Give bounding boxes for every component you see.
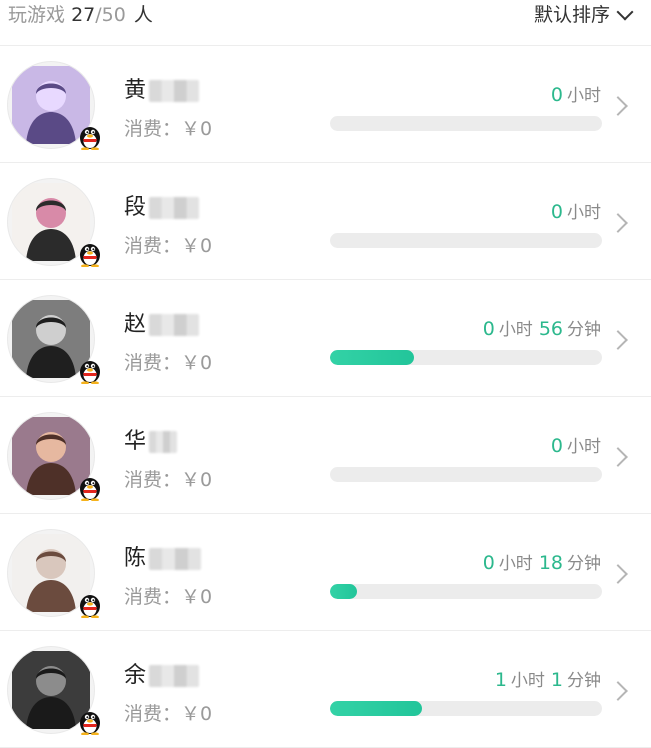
qq-penguin-icon [77,707,103,735]
name-redaction [149,548,202,570]
player-count-total: 50 [101,4,126,26]
time-value: 1 [494,669,507,691]
player-name-text: 华 [124,429,147,454]
spend-text: 消费：￥0 [124,352,213,374]
player-name: 段 [124,193,200,223]
qq-penguin-icon [77,356,103,384]
progress-fill [330,350,415,365]
qq-penguin-icon [77,239,103,267]
player-row[interactable]: 赵 消费：￥0 0 小时 56 分钟 [0,280,651,397]
player-name-text: 陈 [124,546,147,571]
chevron-right-icon[interactable] [608,213,628,233]
player-name: 余 [124,661,200,691]
player-list: 黄 消费：￥0 0 小时 段 消费：￥0 0 小时 赵 消费：￥0 0 小时 5… [0,46,651,748]
time-value: 0 [482,318,495,340]
spend-text: 消费：￥0 [124,703,213,725]
play-time-progress-bar [330,701,602,716]
name-redaction [149,665,200,687]
time-unit: 小时 [567,437,601,457]
player-row[interactable]: 余 消费：￥0 1 小时 1 分钟 [0,631,651,748]
name-redaction [149,80,200,102]
time-unit: 小时 [567,86,601,106]
play-time: 1 小时 1 分钟 [495,668,601,693]
player-row[interactable]: 陈 消费：￥0 0 小时 18 分钟 [0,514,651,631]
play-time: 0 小时 56 分钟 [483,317,601,342]
player-row[interactable]: 段 消费：￥0 0 小时 [0,163,651,280]
name-redaction [149,431,178,453]
time-value: 18 [538,552,563,574]
time-unit: 分钟 [567,554,601,574]
spend-text: 消费：￥0 [124,235,213,257]
player-row[interactable]: 黄 消费：￥0 0 小时 [0,46,651,163]
qq-penguin-icon [77,473,103,501]
qq-penguin-icon [77,122,103,150]
chevron-right-icon[interactable] [608,96,628,116]
spend-text: 消费：￥0 [124,586,213,608]
time-unit: 小时 [510,671,545,691]
time-unit: 小时 [498,320,533,340]
player-name-text: 段 [124,195,147,220]
time-value: 56 [538,318,563,340]
player-name: 黄 [124,76,200,106]
name-redaction [149,314,200,336]
play-time: 0 小时 [551,200,601,225]
chevron-right-icon[interactable] [608,447,628,467]
time-unit: 小时 [567,203,601,223]
qq-penguin-icon [77,590,103,618]
player-count-current: 27 [71,4,96,26]
player-count-label: 玩游戏 [8,4,66,26]
time-value: 1 [550,669,563,691]
play-time-progress-bar [330,584,602,599]
player-name: 赵 [124,310,200,340]
play-time-progress-bar [330,467,602,482]
header-bar: 玩游戏 27/50 人 默认排序 [0,0,651,46]
player-name-text: 余 [124,663,147,688]
chevron-right-icon[interactable] [608,330,628,350]
time-unit: 分钟 [567,320,601,340]
progress-fill [330,701,423,716]
time-value: 0 [550,201,563,223]
time-unit: 小时 [498,554,533,574]
sort-label: 默认排序 [533,4,610,26]
player-name-text: 赵 [124,312,147,337]
chevron-right-icon[interactable] [608,681,628,701]
player-count: 玩游戏 27/50 人 [8,2,153,28]
time-value: 0 [550,435,563,457]
time-value: 0 [482,552,495,574]
progress-fill [330,584,358,599]
player-count-unit: 人 [133,4,153,26]
chevron-right-icon[interactable] [608,564,628,584]
play-time: 0 小时 18 分钟 [483,551,601,576]
sort-dropdown[interactable]: 默认排序 [533,2,634,28]
chevron-down-icon [616,3,634,21]
spend-text: 消费：￥0 [124,469,213,491]
player-name: 陈 [124,544,202,574]
time-unit: 分钟 [567,671,601,691]
spend-text: 消费：￥0 [124,118,213,140]
play-time-progress-bar [330,350,602,365]
play-time-progress-bar [330,233,602,248]
time-value: 0 [550,84,563,106]
play-time: 0 小时 [551,83,601,108]
play-time-progress-bar [330,116,602,131]
name-redaction [149,197,200,219]
player-row[interactable]: 华 消费：￥0 0 小时 [0,397,651,514]
player-name: 华 [124,427,178,457]
player-name-text: 黄 [124,78,147,103]
play-time: 0 小时 [551,434,601,459]
